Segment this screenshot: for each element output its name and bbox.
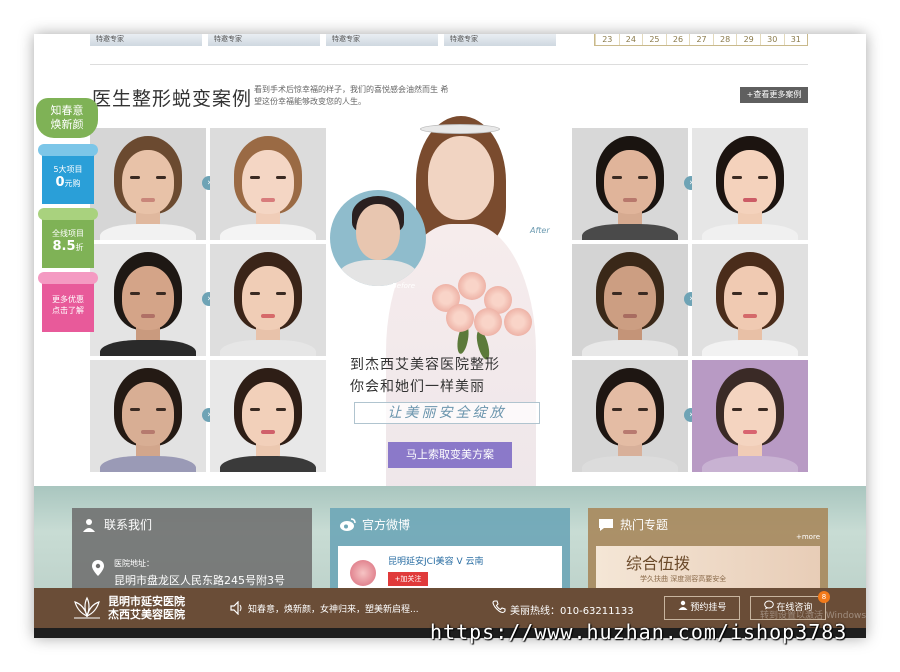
case-photo-after[interactable] — [210, 360, 326, 472]
user-icon — [678, 597, 688, 610]
case-photo-after[interactable] — [210, 244, 326, 356]
panel-header: 热门专题 +more — [588, 508, 828, 555]
chat-icon — [763, 597, 774, 610]
expert-thumb[interactable]: 特邀专家 — [208, 34, 320, 46]
book-button-label: 预约挂号 — [690, 603, 727, 613]
before-photo — [330, 190, 426, 286]
expert-thumb[interactable]: 特邀专家 — [444, 34, 556, 46]
url-watermark: https://www.huzhan.com/ishop3783 — [430, 620, 848, 644]
flower-icon — [446, 304, 474, 332]
bottom-slogan: 知春意，焕新颜，女神归来，塑美新启程... — [248, 605, 419, 615]
hospital-name-line: 昆明市延安医院 — [108, 595, 185, 608]
case-photo-before[interactable] — [572, 360, 688, 472]
topic-banner-title: 综合伍拨 — [626, 554, 691, 573]
address-label: 医院地址： — [114, 559, 154, 568]
gift-bow-icon — [38, 208, 98, 220]
case-photo-before[interactable] — [572, 244, 688, 356]
calendar-day[interactable]: 24 — [618, 34, 643, 45]
expert-thumb[interactable]: 特邀专家 — [90, 34, 202, 46]
calendar-day[interactable]: 30 — [759, 34, 784, 45]
weibo-account-name[interactable]: 昆明延安JCI美容 V 云南 — [388, 554, 483, 567]
case-photo-after[interactable] — [210, 128, 326, 240]
calendar-row: 23 24 25 26 27 28 29 30 31 — [594, 34, 808, 46]
follow-button[interactable]: +加关注 — [388, 572, 428, 586]
calendar-day[interactable]: 27 — [689, 34, 713, 45]
panel-header: 官方微博 — [330, 508, 570, 542]
weibo-icon — [340, 518, 356, 532]
weibo-avatar — [350, 560, 376, 586]
cloud-text: 知春意 — [50, 104, 84, 117]
promo-cloud-badge[interactable]: 知春意 焕新颜 — [36, 98, 98, 138]
promo-more[interactable]: 更多优惠 点击了解 — [38, 272, 98, 332]
case-photo-before[interactable] — [572, 128, 688, 240]
case-photo-after[interactable] — [692, 244, 808, 356]
hero-slogan: 让美丽安全绽放 — [354, 402, 540, 424]
promo-unit: 元购 — [64, 179, 81, 188]
promo-text: 5大项目 — [53, 165, 83, 174]
hotline-number[interactable]: 美丽热线：010-63211133 — [510, 602, 634, 617]
flower-icon — [458, 272, 486, 300]
speaker-icon — [230, 601, 242, 615]
divider — [90, 64, 808, 65]
after-label: After — [530, 226, 550, 235]
panel-title: 联系我们 — [104, 518, 153, 532]
gift-bow-icon — [38, 272, 98, 284]
hero-headline: 到杰西艾美容医院整形 — [350, 357, 500, 373]
expert-thumb[interactable]: 特邀专家 — [326, 34, 438, 46]
top-strip: 特邀专家 特邀专家 特邀专家 特邀专家 23 24 25 26 27 28 29… — [34, 34, 866, 48]
address-value: 昆明市盘龙区人民东路245号附3号 — [114, 574, 285, 587]
panel-title: 官方微博 — [362, 518, 411, 532]
hospital-name-line: 杰西艾美容医院 — [108, 608, 185, 621]
get-plan-button[interactable]: 马上索取变美方案 — [388, 442, 512, 468]
promo-unit: 折 — [75, 243, 84, 252]
location-pin-icon — [92, 560, 104, 576]
hospital-name: 昆明市延安医院 杰西艾美容医院 — [108, 595, 185, 621]
model-headband — [420, 124, 500, 134]
case-photo-before[interactable] — [90, 244, 206, 356]
promo-number: 8.5 — [52, 239, 76, 254]
promo-text: 点击了解 — [52, 306, 84, 315]
flower-icon — [504, 308, 532, 336]
hero-subheadline: 你会和她们一样美丽 — [350, 379, 485, 395]
cloud-text: 焕新颜 — [50, 118, 84, 131]
calendar-day[interactable]: 23 — [595, 34, 619, 45]
screenshot-stage: 特邀专家 特邀专家 特邀专家 特邀专家 23 24 25 26 27 28 29… — [0, 0, 900, 672]
book-appointment-button[interactable]: 预约挂号 — [664, 596, 740, 620]
web-page: 特邀专家 特邀专家 特邀专家 特邀专家 23 24 25 26 27 28 29… — [34, 34, 866, 638]
calendar-day[interactable]: 28 — [712, 34, 737, 45]
calendar-day[interactable]: 26 — [665, 34, 690, 45]
case-photo-after[interactable] — [692, 128, 808, 240]
gift-bow-icon — [38, 144, 98, 156]
calendar-day[interactable]: 25 — [642, 34, 666, 45]
flower-icon — [474, 308, 502, 336]
notification-badge: 8 — [818, 591, 830, 603]
hero-banner[interactable]: Before After 到杰西艾美容医院整形 你会和她们一样美丽 让美丽安全绽… — [328, 94, 572, 514]
user-icon — [82, 518, 98, 532]
chat-bubble-icon — [598, 518, 614, 532]
lotus-logo-icon — [74, 596, 100, 619]
model-face — [428, 136, 494, 220]
section-title: 医生整形蜕变案例 — [92, 88, 253, 110]
promo-number: 0 — [55, 175, 65, 190]
panel-header: 联系我们 — [72, 508, 312, 542]
panel-title: 热门专题 — [620, 518, 669, 532]
promo-discount[interactable]: 全线项目 8.5折 — [38, 208, 98, 268]
before-label: Before — [392, 282, 416, 290]
calendar-day[interactable]: 29 — [736, 34, 760, 45]
more-cases-button[interactable]: +查看更多案例 — [740, 87, 808, 103]
topic-banner-subtitle: 学久扶曲 深度测容高要安全 — [640, 575, 727, 583]
promo-text: 更多优惠 — [52, 295, 84, 304]
case-photo-after[interactable] — [692, 360, 808, 472]
case-photo-before[interactable] — [90, 360, 206, 472]
calendar-day[interactable]: 31 — [783, 34, 808, 45]
promo-zero-buy[interactable]: 5大项目 0元购 — [38, 144, 98, 204]
phone-icon — [492, 600, 506, 614]
case-photo-before[interactable] — [90, 128, 206, 240]
promo-text: 全线项目 — [52, 229, 84, 238]
